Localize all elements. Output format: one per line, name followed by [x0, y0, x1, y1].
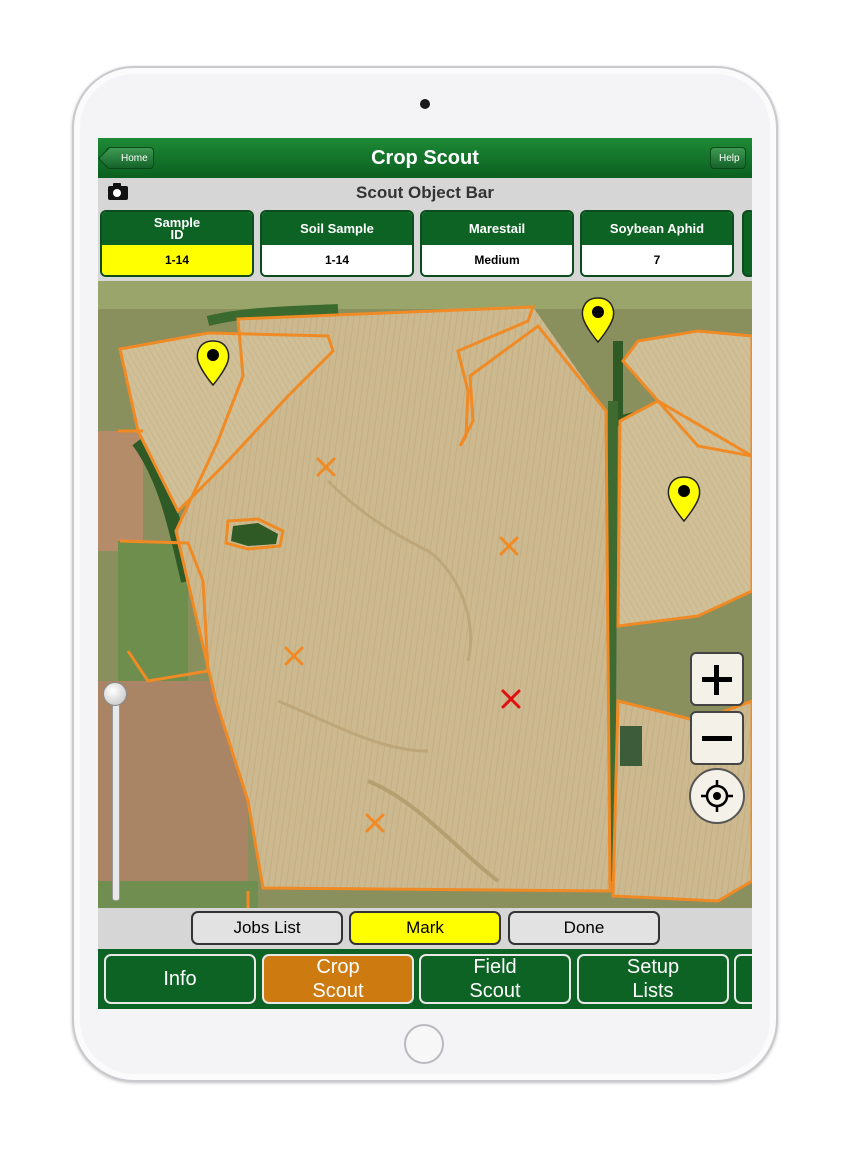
front-camera [420, 99, 430, 109]
zoom-in-button[interactable] [690, 652, 744, 706]
tile-soybean-aphid[interactable]: Soybean Aphid 7 [580, 210, 734, 277]
nav-bar: Crop Scout Home Help [98, 138, 752, 179]
tile-value: 1-14 [262, 245, 412, 275]
mark-button[interactable]: Mark [349, 911, 501, 945]
tile-header: Sample ID [102, 212, 252, 245]
scout-object-bar: Scout Object Bar [98, 178, 752, 208]
tile-value: 1-14 [102, 245, 252, 275]
tile-header: Soil Sample [262, 212, 412, 245]
tile-value: Medium [422, 245, 572, 275]
zoom-slider-thumb[interactable] [103, 682, 127, 706]
jobs-list-button[interactable]: Jobs List [191, 911, 343, 945]
zoom-slider-track[interactable] [112, 699, 120, 901]
page-title: Crop Scout [371, 147, 479, 169]
tab-setup-lists[interactable]: Setup Lists [577, 954, 729, 1004]
scout-object-bar-title: Scout Object Bar [356, 183, 494, 202]
tile-marestail[interactable]: Marestail Medium [420, 210, 574, 277]
map-terrain-bottom-strip [98, 881, 258, 908]
tile-header: Marestail [422, 212, 572, 245]
field-map[interactable] [98, 281, 752, 908]
tile-next-partial[interactable] [742, 210, 752, 277]
zoom-out-button[interactable] [690, 711, 744, 765]
app-screen: Crop Scout Home Help Scout Object Bar Sa… [98, 138, 752, 1009]
map-terrain-top [98, 281, 752, 309]
locate-button[interactable] [689, 768, 745, 824]
tab-next-partial[interactable] [734, 954, 752, 1004]
tab-crop-scout[interactable]: Crop Scout [262, 954, 414, 1004]
tab-info[interactable]: Info [104, 954, 256, 1004]
scout-object-tiles: Sample ID 1-14 Soil Sample 1-14 Marestai… [98, 208, 752, 281]
tab-bar: Info Crop Scout Field Scout Setup Lists [98, 949, 752, 1009]
tile-header: Soybean Aphid [582, 212, 732, 245]
device-home-button[interactable] [404, 1024, 444, 1064]
help-button[interactable]: Help [710, 147, 746, 169]
tile-sample-id[interactable]: Sample ID 1-14 [100, 210, 254, 277]
field-map-canvas [98, 281, 752, 908]
tile-value: 7 [582, 245, 732, 275]
map-pond [620, 726, 642, 766]
tile-soil-sample[interactable]: Soil Sample 1-14 [260, 210, 414, 277]
done-button[interactable]: Done [508, 911, 660, 945]
home-button[interactable]: Home [106, 147, 154, 169]
tab-field-scout[interactable]: Field Scout [419, 954, 571, 1004]
crosshair-icon [701, 780, 733, 812]
action-bar: Jobs List Mark Done [98, 908, 752, 949]
